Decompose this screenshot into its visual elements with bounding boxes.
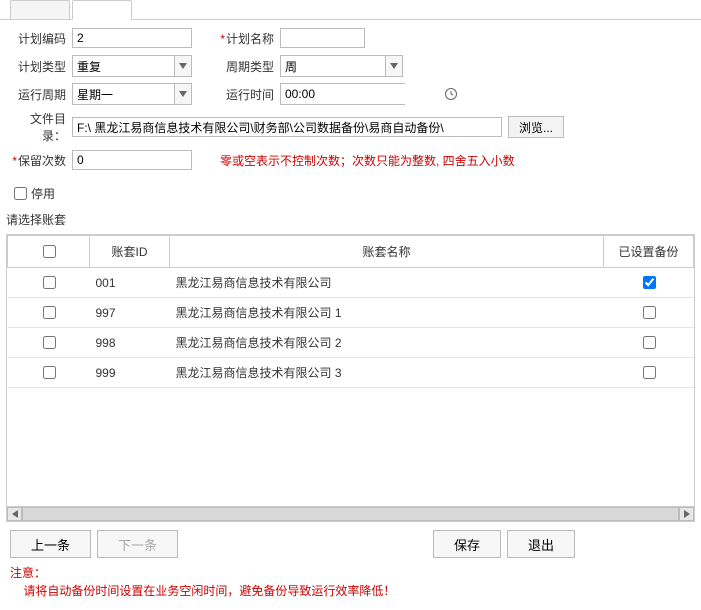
file-dir-label: 文件目录：	[10, 110, 72, 144]
chevron-down-icon[interactable]	[174, 83, 192, 105]
note-title: 注意：	[10, 566, 46, 580]
save-button[interactable]: 保存	[433, 530, 501, 558]
chevron-down-icon[interactable]	[174, 55, 192, 77]
table-row[interactable]: 001黑龙江易商信息技术有限公司	[8, 268, 694, 298]
row-select-checkbox[interactable]	[43, 336, 56, 349]
horizontal-scrollbar[interactable]	[7, 506, 694, 521]
table-row[interactable]: 999黑龙江易商信息技术有限公司 3	[8, 358, 694, 388]
cell-id: 998	[90, 328, 170, 358]
plan-name-input[interactable]	[280, 28, 365, 48]
keep-count-label: *保留次数	[10, 152, 72, 169]
plan-type-input[interactable]	[72, 55, 174, 77]
note-block: 注意： 请将自动备份时间设置在业务空闲时间，避免备份导致运行效率降低！	[0, 564, 701, 608]
keep-count-input[interactable]	[72, 150, 192, 170]
row-set-checkbox[interactable]	[643, 366, 656, 379]
clock-icon[interactable]	[444, 87, 458, 101]
run-time-input[interactable]	[281, 84, 444, 104]
browse-button[interactable]: 浏览...	[508, 116, 564, 138]
note-body: 请将自动备份时间设置在业务空闲时间，避免备份导致运行效率降低！	[23, 584, 395, 598]
cell-name: 黑龙江易商信息技术有限公司	[170, 268, 604, 298]
tab-2[interactable]	[72, 0, 132, 20]
run-time-label: 运行时间	[220, 86, 280, 103]
table-header-row: 账套ID 账套名称 已设置备份	[8, 236, 694, 268]
keep-count-hint: 零或空表示不控制次数；次数只能为整数, 四舍五入小数	[220, 152, 515, 169]
cell-id: 001	[90, 268, 170, 298]
plan-code-input[interactable]	[72, 28, 192, 48]
row-set-checkbox[interactable]	[643, 336, 656, 349]
plan-type-label: 计划类型	[10, 58, 72, 75]
cell-id: 997	[90, 298, 170, 328]
cell-name: 黑龙江易商信息技术有限公司 1	[170, 298, 604, 328]
cell-name: 黑龙江易商信息技术有限公司 3	[170, 358, 604, 388]
run-cycle-input[interactable]	[72, 83, 174, 105]
row-select-checkbox[interactable]	[43, 366, 56, 379]
scroll-thumb[interactable]	[22, 507, 679, 521]
col-header-id: 账套ID	[90, 236, 170, 268]
col-header-name: 账套名称	[170, 236, 604, 268]
cycle-type-input[interactable]	[280, 55, 385, 77]
account-table: 账套ID 账套名称 已设置备份 001黑龙江易商信息技术有限公司997黑龙江易商…	[6, 234, 695, 522]
scroll-right-icon[interactable]	[679, 507, 694, 521]
prev-button[interactable]: 上一条	[10, 530, 91, 558]
select-all-checkbox[interactable]	[43, 245, 56, 258]
scroll-left-icon[interactable]	[7, 507, 22, 521]
cell-id: 999	[90, 358, 170, 388]
file-dir-input[interactable]	[72, 117, 502, 137]
cell-name: 黑龙江易商信息技术有限公司 2	[170, 328, 604, 358]
run-cycle-label: 运行周期	[10, 86, 72, 103]
next-button[interactable]: 下一条	[97, 530, 178, 558]
row-set-checkbox[interactable]	[643, 276, 656, 289]
run-time-field[interactable]	[280, 83, 405, 105]
plan-code-label: 计划编码	[10, 30, 72, 47]
chevron-down-icon[interactable]	[385, 55, 403, 77]
col-header-set: 已设置备份	[604, 236, 694, 268]
cycle-type-label: 周期类型	[220, 58, 280, 75]
disable-checkbox[interactable]	[14, 187, 27, 200]
disable-label: 停用	[31, 185, 55, 202]
row-set-checkbox[interactable]	[643, 306, 656, 319]
exit-button[interactable]: 退出	[507, 530, 575, 558]
row-select-checkbox[interactable]	[43, 306, 56, 319]
table-row[interactable]: 998黑龙江易商信息技术有限公司 2	[8, 328, 694, 358]
plan-name-label: *计划名称	[220, 30, 280, 47]
row-select-checkbox[interactable]	[43, 276, 56, 289]
tab-1[interactable]	[10, 0, 70, 20]
cycle-type-combo[interactable]	[280, 55, 403, 77]
table-row[interactable]: 997黑龙江易商信息技术有限公司 1	[8, 298, 694, 328]
plan-type-combo[interactable]	[72, 55, 192, 77]
select-account-label: 请选择账套	[0, 207, 701, 234]
run-cycle-combo[interactable]	[72, 83, 192, 105]
